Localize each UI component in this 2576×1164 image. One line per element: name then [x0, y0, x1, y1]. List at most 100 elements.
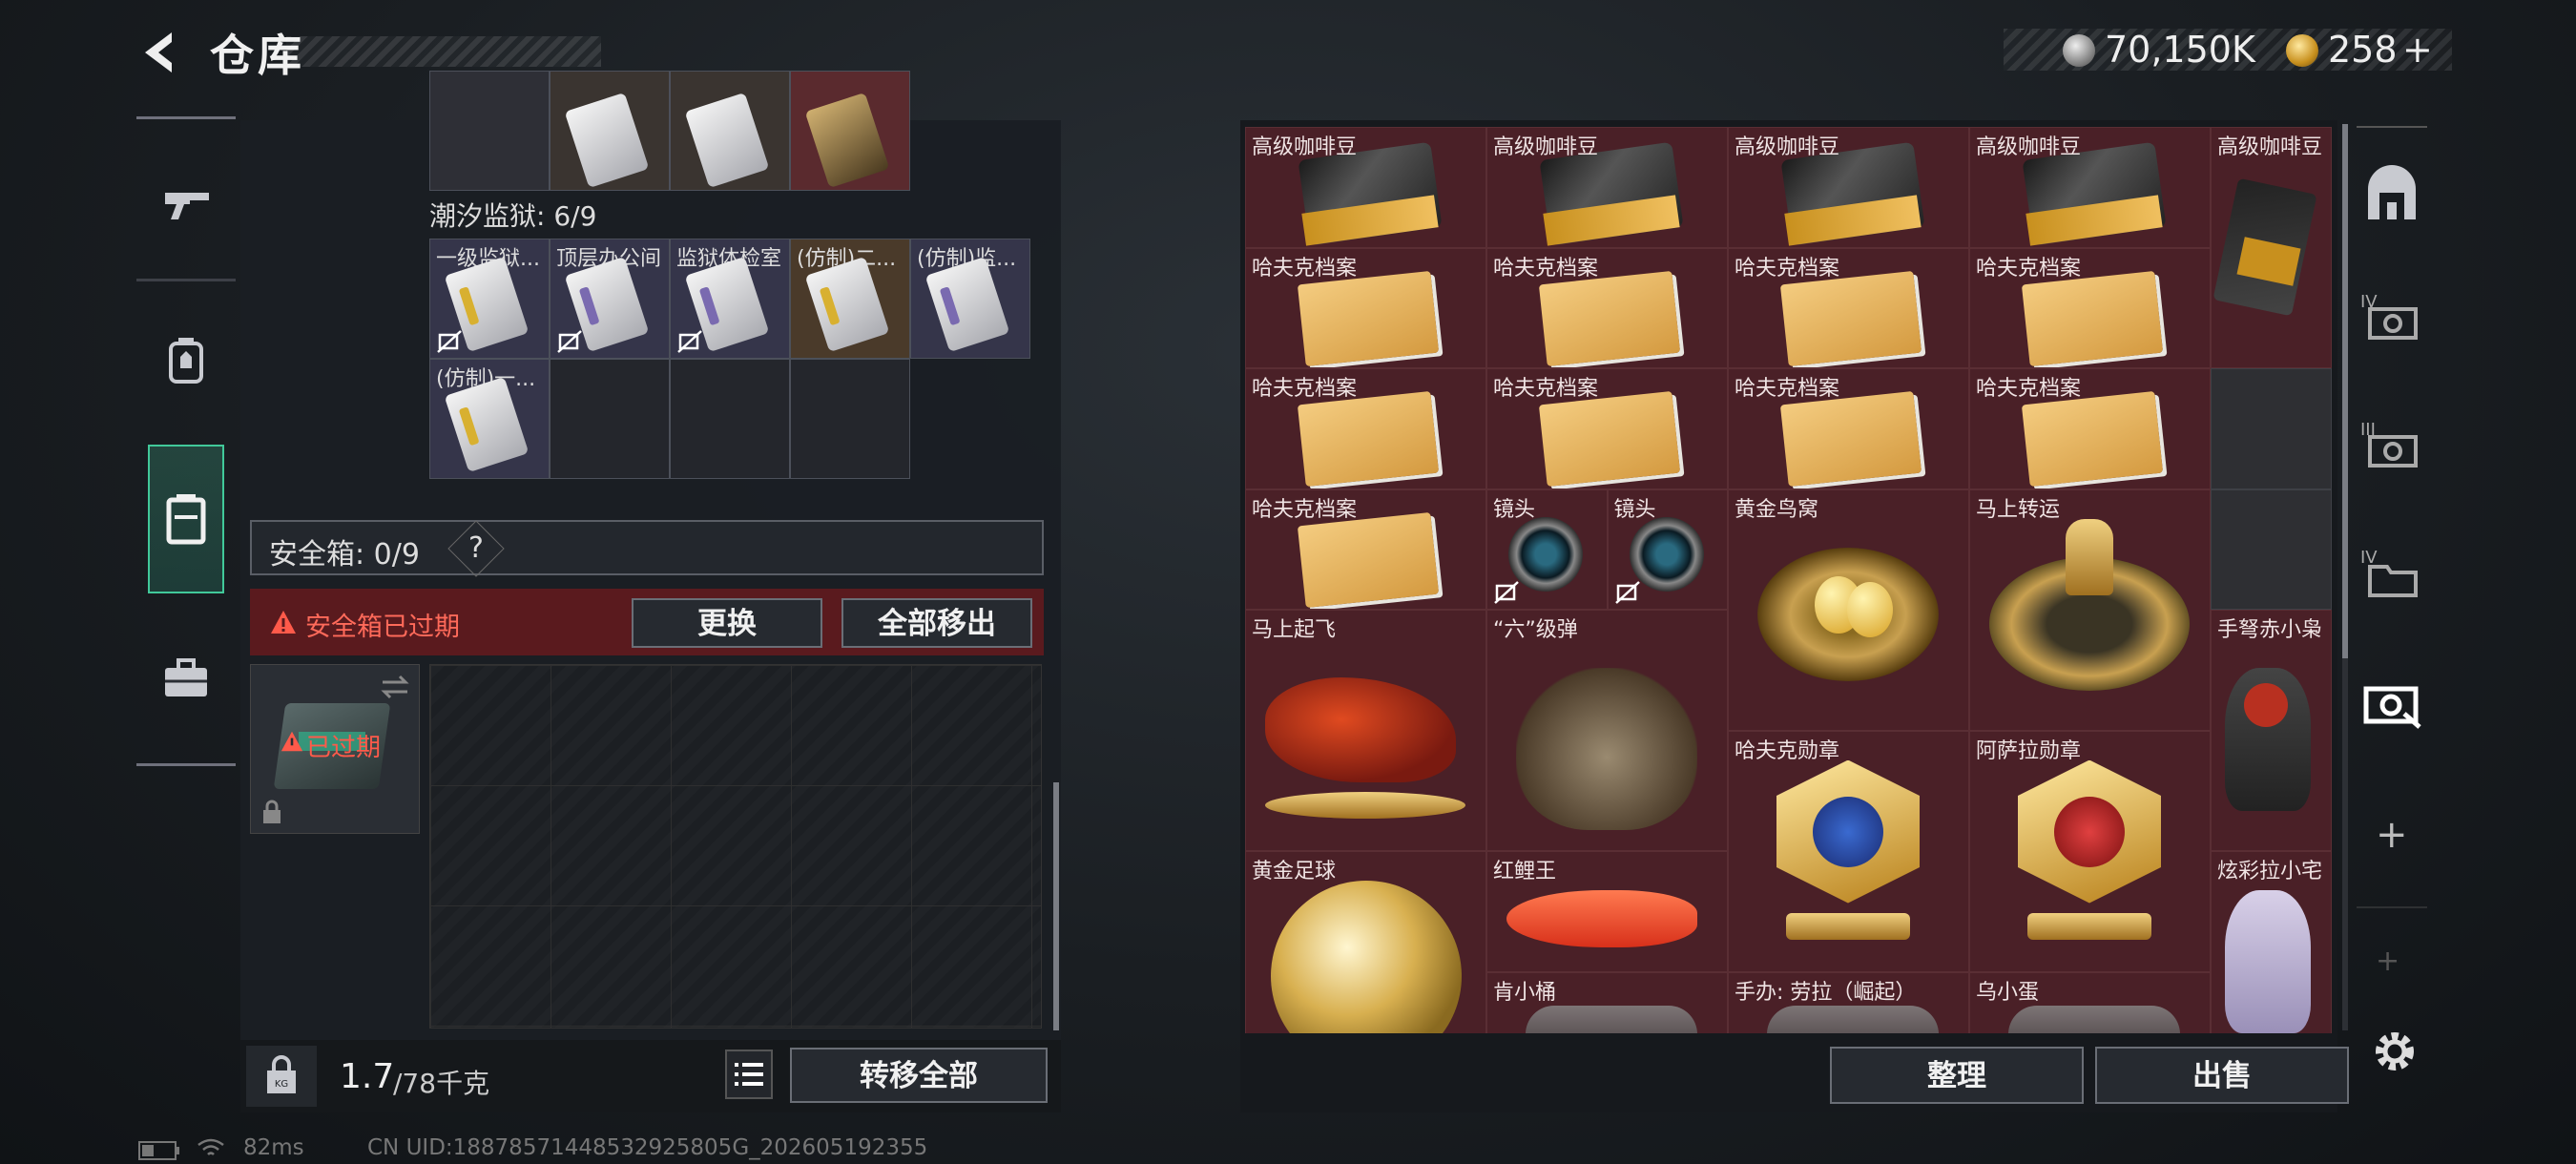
wifi-icon	[197, 1138, 224, 1155]
gold-coin-icon	[2286, 34, 2318, 67]
briefcase-icon[interactable]	[148, 641, 224, 717]
warehouse-item[interactable]: 哈夫克档案	[1728, 247, 1969, 368]
safe-box-thumbnail[interactable]: 已过期	[250, 664, 420, 834]
warehouse-item[interactable]: 镜头	[1486, 488, 1608, 610]
uid-text: CN UID:18878571448532925805G_20260519235…	[367, 1135, 928, 1160]
empty-slot[interactable]	[2211, 368, 2332, 489]
warehouse-item[interactable]: 手办: 劳拉（崛起）	[1728, 971, 1969, 1033]
warehouse-scrollbar[interactable]	[2342, 124, 2348, 658]
expired-text: 安全箱已过期	[305, 613, 460, 642]
empty-slot[interactable]	[2211, 488, 2332, 610]
warehouse-item[interactable]: “六”级弹	[1486, 610, 1728, 851]
key-card-slot[interactable]: (仿制)二...	[790, 239, 910, 359]
item-label: 黄金鸟窝	[1735, 497, 1819, 522]
item-label: 高级咖啡豆	[2217, 135, 2323, 159]
warehouse-item[interactable]: 肯小桶	[1486, 971, 1728, 1033]
warehouse-item[interactable]: 哈夫克档案	[1486, 368, 1728, 489]
settings-gear-icon[interactable]	[2370, 1027, 2420, 1076]
replace-button[interactable]: 更换	[632, 598, 822, 648]
backpack-scrollbar[interactable]	[1053, 782, 1059, 1030]
list-icon	[735, 1063, 763, 1086]
item-label: 哈夫克档案	[1252, 377, 1358, 401]
nav-divider	[136, 116, 236, 119]
warehouse-item[interactable]: 哈夫克档案	[1245, 488, 1486, 610]
warehouse-item[interactable]: 高级咖啡豆	[1486, 127, 1728, 248]
warehouse-item[interactable]: 高级咖啡豆	[1969, 127, 2211, 248]
list-view-button[interactable]	[725, 1050, 773, 1099]
warehouse-item[interactable]: 哈夫克档案	[1728, 368, 1969, 489]
item-label: 马上转运	[1976, 497, 2061, 522]
warehouse-item[interactable]: 哈夫克档案	[1969, 247, 2211, 368]
item-label: 高级咖啡豆	[1976, 135, 2082, 159]
add-storage-button[interactable]: +	[2376, 813, 2408, 857]
item-label: 哈夫克档案	[1976, 377, 2082, 401]
add-currency-button[interactable]: +	[2402, 29, 2433, 71]
warehouse-item[interactable]: 手弩赤小枭	[2211, 610, 2332, 851]
gold-amount: 258	[2328, 29, 2398, 71]
title-decoration	[286, 36, 601, 67]
prison-key-grid: 一级监狱... 顶层办公间 监狱体检室 (仿制)二... (仿制)监... (仿…	[429, 239, 1036, 481]
warehouse-item[interactable]: 哈夫克档案	[1245, 368, 1486, 489]
storage-tab-active-icon[interactable]	[2357, 668, 2427, 738]
item-label: 哈夫克档案	[1493, 377, 1599, 401]
key-card-slot[interactable]: 顶层办公间	[550, 239, 670, 359]
item-label: 镜头	[1493, 497, 1536, 522]
warehouse-item[interactable]: 高级咖啡豆	[1728, 127, 1969, 248]
no-trade-icon	[437, 330, 462, 353]
right-nav-divider	[2357, 126, 2427, 128]
item-label: 哈夫克档案	[1252, 256, 1358, 281]
warehouse-item[interactable]: 镜头	[1607, 488, 1728, 610]
storage-tab-4-icon[interactable]: IV	[2357, 284, 2427, 355]
sort-button[interactable]: 整理	[1830, 1047, 2084, 1104]
warehouse-item[interactable]: 马上起飞	[1245, 610, 1486, 851]
warehouse-item[interactable]: 哈夫克勋章	[1728, 730, 1969, 972]
prison-keys-label: 潮汐监狱: 6/9	[429, 200, 597, 232]
key-card-slot[interactable]: (仿制)监...	[910, 239, 1030, 359]
vault-icon[interactable]	[2357, 160, 2427, 231]
warehouse-item[interactable]: 马上转运	[1969, 488, 2211, 731]
empty-slot[interactable]	[670, 359, 790, 479]
key-card-slot[interactable]: (仿制)一...	[429, 359, 550, 479]
warehouse-item[interactable]: 哈夫克档案	[1245, 247, 1486, 368]
weight-max: /78千克	[393, 1068, 490, 1099]
warehouse-grid: 高级咖啡豆 高级咖啡豆 高级咖啡豆 高级咖啡豆 高级咖啡豆 哈夫克档案 哈夫克档案 哈夫克档案…	[1245, 127, 2335, 1033]
key-card-slot[interactable]: 一级监狱...	[429, 239, 550, 359]
item-label: 高级咖啡豆	[1493, 135, 1599, 159]
safe-box-grid[interactable]	[429, 664, 1042, 1029]
item-label: “六”级弹	[1493, 618, 1578, 642]
item-label: 哈夫克档案	[1735, 377, 1840, 401]
warehouse-item[interactable]: 哈夫克档案	[1486, 247, 1728, 368]
warning-icon	[280, 731, 303, 752]
warehouse-item[interactable]: 哈夫克档案	[1969, 368, 2211, 489]
item-label: 手弩赤小枭	[2217, 618, 2323, 642]
warehouse-item[interactable]: 炫彩拉小宅	[2211, 851, 2332, 1033]
item-slot[interactable]	[790, 71, 910, 191]
item-slot[interactable]	[550, 71, 670, 191]
empty-slot[interactable]	[550, 359, 670, 479]
warehouse-item[interactable]: 阿萨拉勋章	[1969, 730, 2211, 972]
move-all-out-button[interactable]: 全部移出	[841, 598, 1032, 648]
empty-slot[interactable]	[790, 359, 910, 479]
storage-tab-3-icon[interactable]: III	[2357, 412, 2427, 483]
storage-tab-folder-icon[interactable]: IV	[2357, 540, 2427, 611]
transfer-all-button[interactable]: 转移全部	[790, 1048, 1048, 1103]
item-label: 哈夫克档案	[1493, 256, 1599, 281]
warehouse-item[interactable]: 黄金鸟窝	[1728, 488, 1969, 731]
back-arrow-icon[interactable]	[134, 27, 185, 78]
key-card-slot[interactable]: 监狱体检室	[670, 239, 790, 359]
item-label: 高级咖啡豆	[1735, 135, 1840, 159]
item-slot[interactable]	[429, 71, 550, 191]
gun-icon[interactable]	[148, 164, 224, 240]
warehouse-item[interactable]: 高级咖啡豆	[1245, 127, 1486, 248]
container-icon[interactable]	[148, 481, 224, 557]
item-slot[interactable]	[670, 71, 790, 191]
warehouse-item[interactable]: 红鲤王	[1486, 851, 1728, 972]
item-label: 马上起飞	[1252, 618, 1337, 642]
warehouse-item[interactable]: 黄金足球	[1245, 851, 1486, 1033]
add-storage-disabled: +	[2376, 945, 2400, 978]
warehouse-item[interactable]: 乌小蛋	[1969, 971, 2211, 1033]
warehouse-item[interactable]: 高级咖啡豆	[2211, 127, 2332, 368]
sell-button[interactable]: 出售	[2095, 1047, 2349, 1104]
item-label: 哈夫克勋章	[1735, 738, 1840, 763]
backpack-icon[interactable]	[148, 322, 224, 399]
